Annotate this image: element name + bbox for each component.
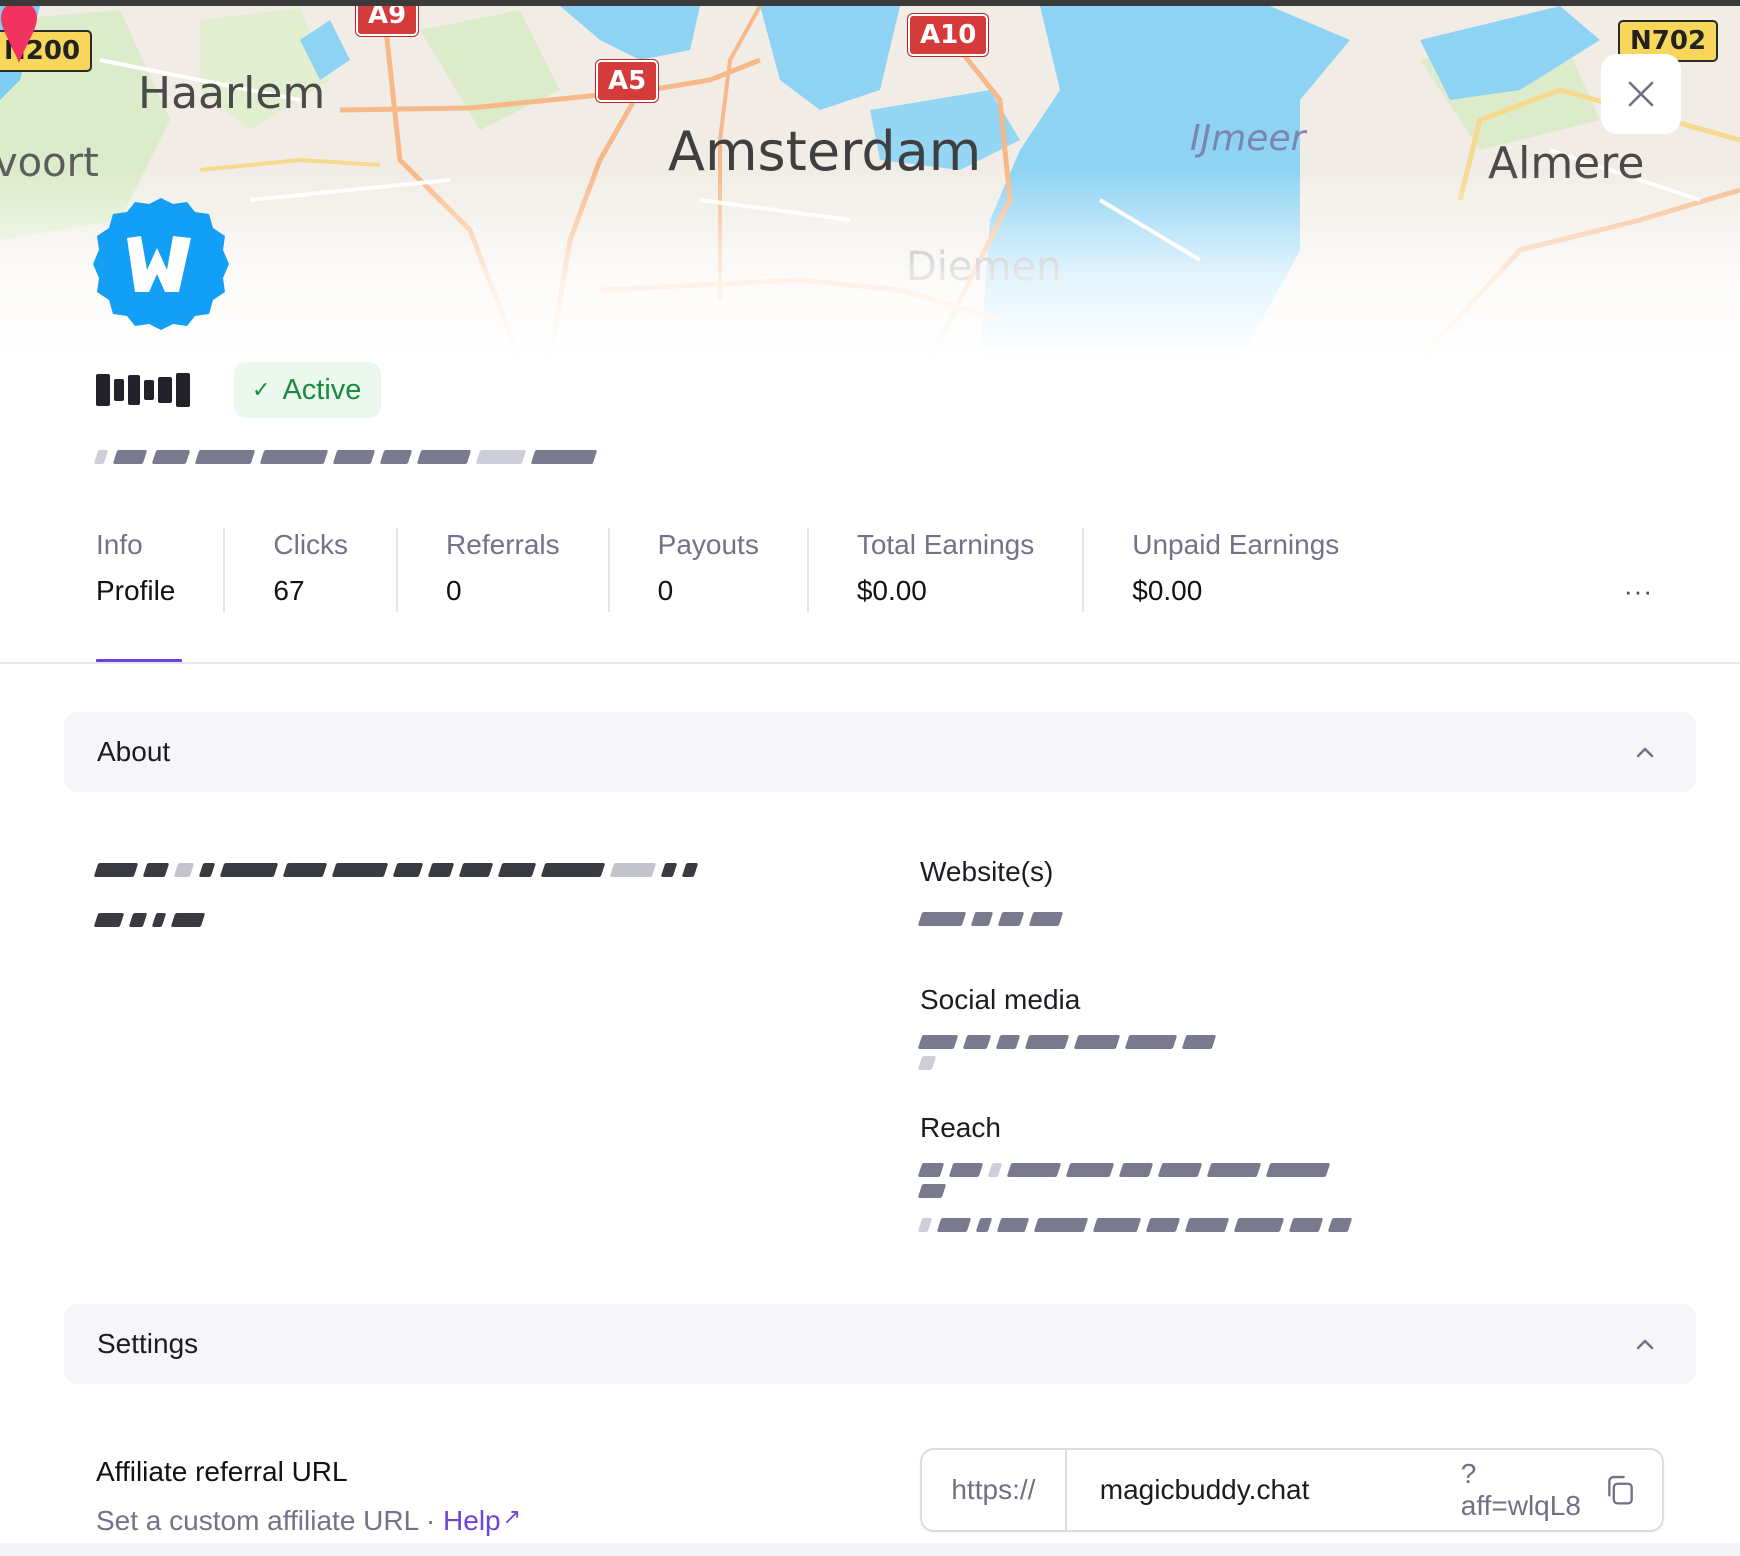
map-label-ijmeer: IJmeer xyxy=(1190,118,1306,159)
chevron-up-icon xyxy=(1636,747,1654,758)
close-icon xyxy=(1628,81,1654,107)
check-icon: ✓ xyxy=(252,377,271,402)
tab-clicks-value: 67 xyxy=(273,575,305,606)
stats-tabs: Info Profile Clicks 67 Referrals 0 Payou… xyxy=(96,528,1435,612)
profile-name-redacted xyxy=(96,372,208,408)
reach-label: Reach xyxy=(920,1112,1001,1143)
status-badge-label: Active xyxy=(282,373,362,406)
profile-subtitle-redacted xyxy=(93,442,712,472)
reach-field: Reach xyxy=(917,1111,1360,1237)
avatar xyxy=(93,198,229,330)
map-label-haarlem: Haarlem xyxy=(138,68,326,119)
url-suffix: ?aff=wlqL8 xyxy=(1460,1458,1581,1521)
tab-unpaid-earnings[interactable]: Unpaid Earnings $0.00 xyxy=(1132,528,1387,612)
tab-payouts-value: 0 xyxy=(657,575,674,606)
tab-info-label: Info xyxy=(96,529,143,560)
close-button[interactable] xyxy=(1601,54,1681,134)
affiliate-url-input[interactable] xyxy=(1066,1450,1461,1530)
tab-referrals-value: 0 xyxy=(446,575,462,606)
map-fade-overlay xyxy=(0,170,1740,360)
settings-section-header[interactable]: Settings xyxy=(64,1304,1696,1384)
tab-total-earnings-label: Total Earnings xyxy=(856,529,1035,560)
profile-header: ✓ Active xyxy=(96,362,382,418)
websites-value-redacted xyxy=(917,907,1064,931)
affiliate-url-description-text: Set a custom affiliate URL · xyxy=(96,1505,444,1536)
tab-unpaid-earnings-value: $0.00 xyxy=(1132,575,1203,606)
social-media-label: Social media xyxy=(920,984,1081,1015)
affiliate-url-label: Affiliate referral URL xyxy=(96,1456,348,1487)
tab-total-earnings[interactable]: Total Earnings $0.00 xyxy=(856,528,1085,612)
url-prefix: https:// xyxy=(922,1450,1067,1530)
tab-clicks[interactable]: Clicks 67 xyxy=(273,528,399,612)
websites-field: Website(s) xyxy=(917,855,1064,931)
reach-value-redacted-line2 xyxy=(917,1213,1353,1237)
tab-referrals[interactable]: Referrals 0 xyxy=(446,528,610,612)
road-shield-a5: A5 xyxy=(596,60,659,102)
about-section-title: About xyxy=(97,736,171,767)
social-media-value-redacted xyxy=(917,1035,1220,1070)
tab-total-earnings-value: $0.00 xyxy=(856,575,927,606)
help-link[interactable]: Help↗ xyxy=(443,1504,522,1536)
tab-clicks-label: Clicks xyxy=(273,529,349,560)
tab-info[interactable]: Info Profile xyxy=(96,528,226,612)
tab-payouts[interactable]: Payouts 0 xyxy=(658,528,809,612)
social-media-field: Social media xyxy=(917,983,1220,1070)
road-shield-a10: A10 xyxy=(908,14,989,56)
tab-info-value: Profile xyxy=(96,575,176,606)
tab-unpaid-earnings-label: Unpaid Earnings xyxy=(1132,529,1340,560)
tabs-divider xyxy=(0,662,1740,664)
about-section-header[interactable]: About xyxy=(64,712,1696,792)
affiliate-url-description: Set a custom affiliate URL · Help↗ xyxy=(96,1504,521,1537)
copy-icon[interactable] xyxy=(1604,1472,1636,1508)
reach-value-redacted xyxy=(917,1163,1360,1198)
chevron-up-icon xyxy=(1636,1339,1654,1350)
tab-referrals-label: Referrals xyxy=(446,529,560,560)
window-top-border xyxy=(0,0,1740,6)
location-pin-icon[interactable] xyxy=(0,0,38,64)
settings-section-title: Settings xyxy=(97,1328,199,1359)
more-options-button[interactable]: ··· xyxy=(1624,576,1653,607)
external-link-icon: ↗ xyxy=(502,1504,522,1529)
tab-payouts-label: Payouts xyxy=(657,529,759,560)
help-link-label: Help xyxy=(443,1505,501,1536)
location-map[interactable]: N200 A9 A5 A10 N702 Haarlem voort Amster… xyxy=(0,0,1740,360)
affiliate-url-field: https:// ?aff=wlqL8 xyxy=(920,1448,1664,1532)
websites-label: Website(s) xyxy=(920,856,1054,887)
status-badge: ✓ Active xyxy=(234,362,382,418)
about-description-redacted xyxy=(93,858,816,932)
page-bottom-edge xyxy=(0,1543,1740,1556)
